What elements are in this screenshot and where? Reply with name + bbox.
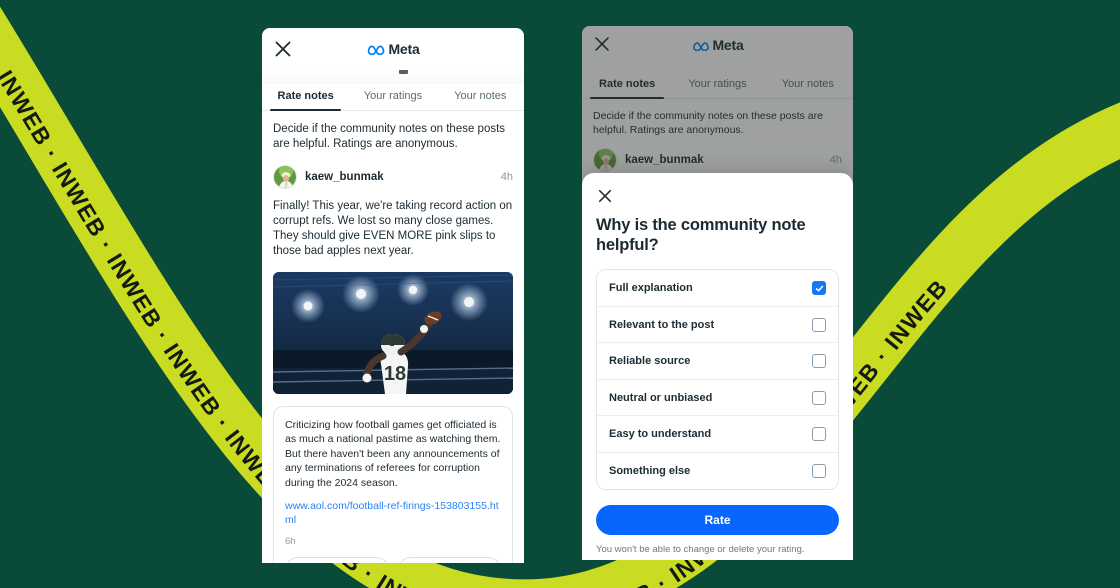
rate-button[interactable]: Rate [596,505,839,536]
checkbox-something-else[interactable] [812,464,826,478]
rating-reason-sheet: Why is the community note helpful? Full … [582,173,853,560]
avatar[interactable] [593,148,617,173]
list-item[interactable]: Neutral or unbiased [597,379,838,417]
tab-your-notes-label: Your notes [781,78,834,90]
community-note-text: Criticizing how football games get offic… [285,418,501,489]
left-scroll-body[interactable]: Rate notes Your ratings Your notes Decid… [262,70,524,563]
option-label: Something else [609,465,691,477]
list-item[interactable]: Something else [597,452,838,490]
reason-option-list: Full explanation Relevant to the post Re… [596,269,839,491]
intro-text: Decide if the community notes on these p… [273,123,506,151]
list-item[interactable]: Reliable source [597,343,838,380]
meta-brand: Meta [691,37,744,53]
option-label: Full explanation [609,282,693,294]
post-timestamp: 4h [500,170,513,183]
close-icon[interactable] [592,34,614,56]
post-header: kaew_bunmak 4h [582,137,853,173]
post-header: kaew_bunmak 4h [262,153,524,189]
meta-infinity-icon [692,41,709,51]
tab-your-ratings[interactable]: Your ratings [349,90,436,110]
community-note-link[interactable]: www.aol.com/football-ref-firings-1538031… [285,500,501,528]
intro-text: Decide if the community notes on these p… [593,110,823,137]
post-username[interactable]: kaew_bunmak [305,171,493,183]
tab-rate-notes-label: Rate notes [277,90,334,102]
left-app-panel: Meta Rate notes Your ratings Your notes … [262,28,524,563]
left-tabs: Rate notes Your ratings Your notes [262,70,524,111]
list-item[interactable]: Easy to understand [597,416,838,453]
not-helpful-button[interactable]: Not helpful [285,556,389,563]
right-app-panel: Meta Rate notes Your ratings Your notes … [582,26,853,560]
checkbox-easy-to-understand[interactable] [812,427,826,441]
post-username[interactable]: kaew_bunmak [625,154,822,166]
list-item[interactable]: Full explanation [597,270,838,307]
community-note-card: Criticizing how football games get offic… [273,405,513,563]
right-tabs: Rate notes Your ratings Your notes [582,64,853,99]
rating-disclaimer: You won't be able to change or delete yo… [596,544,805,556]
community-note-actions: Not helpful Helpful [285,556,501,563]
tab-your-ratings[interactable]: Your ratings [672,78,762,98]
tab-your-notes[interactable]: Your notes [763,78,853,98]
svg-text:18: 18 [384,363,406,385]
sheet-title: Why is the community note helpful? [596,216,806,255]
close-icon[interactable] [596,187,614,205]
post-text: Finally! This year, we're taking record … [273,199,513,258]
option-label: Easy to understand [609,428,712,440]
post-image[interactable]: 18 [273,271,513,394]
background-ribbon: INWEB · INWEB · INWEB · INWEB · INWEB · … [0,0,1120,588]
tab-your-ratings-label: Your ratings [688,78,747,90]
option-label: Relevant to the post [609,318,715,331]
tab-rate-notes[interactable]: Rate notes [262,90,349,111]
list-item[interactable]: Relevant to the post [597,306,838,344]
meta-wordmark: Meta [388,41,420,57]
tab-your-notes-label: Your notes [454,90,507,102]
meta-wordmark: Meta [712,37,744,53]
right-app-header: Meta [582,26,853,64]
checkbox-reliable-source[interactable] [812,354,826,368]
meta-brand: Meta [366,41,420,57]
option-label: Reliable source [609,355,691,367]
community-note-timestamp: 6h [285,535,296,547]
post-timestamp: 4h [829,154,842,167]
checkbox-neutral-or-unbiased[interactable] [812,390,826,405]
tab-rate-notes[interactable]: Rate notes [582,78,672,99]
checkbox-relevant-to-the-post[interactable] [812,317,826,332]
left-app-header: Meta [262,28,524,70]
helpful-button[interactable]: Helpful [397,556,501,563]
meta-infinity-icon [367,45,385,55]
checkbox-full-explanation[interactable] [812,281,826,295]
avatar[interactable] [273,164,297,189]
tab-your-ratings-label: Your ratings [363,90,423,102]
option-label: Neutral or unbiased [609,391,713,404]
close-icon[interactable] [272,38,294,60]
tab-your-notes[interactable]: Your notes [437,90,524,110]
tab-rate-notes-label: Rate notes [599,78,656,90]
